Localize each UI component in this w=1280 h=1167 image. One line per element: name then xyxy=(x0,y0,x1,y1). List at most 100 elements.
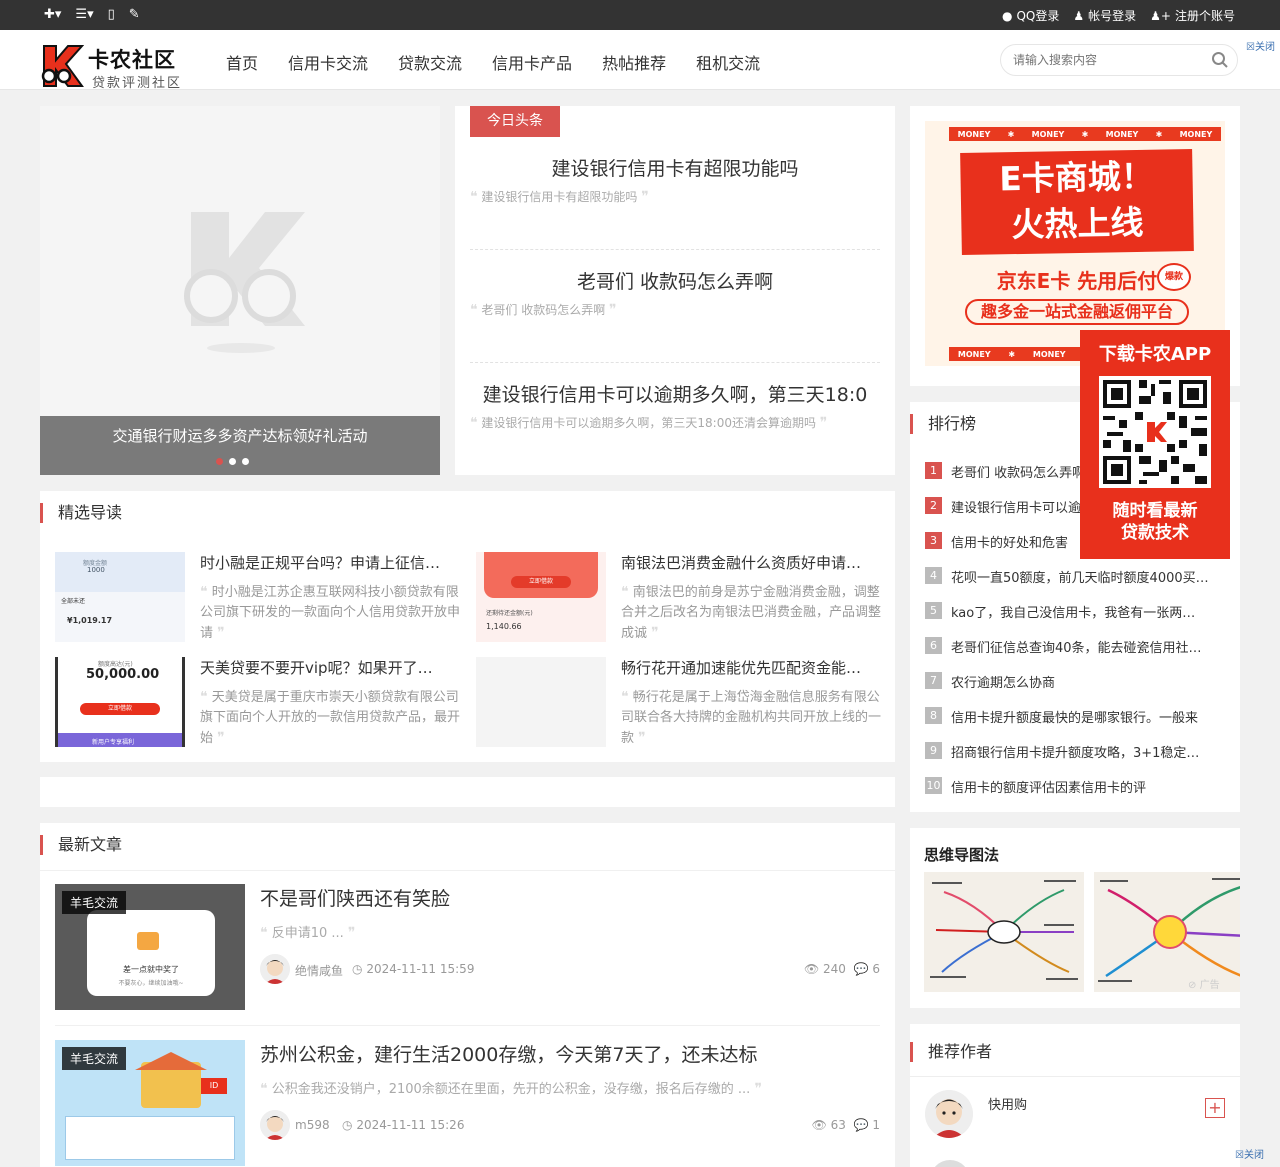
featured-item-desc: ❝ 时小融是江苏企惠互联网科技小额贷款有限公司旗下研发的一款面向个人信用贷款开放… xyxy=(200,584,461,641)
nav-rental-talk[interactable]: 租机交流 xyxy=(696,50,760,74)
search-input[interactable] xyxy=(1013,53,1203,67)
app-download-slogan: 随时看最新 贷款技术 xyxy=(1112,501,1198,543)
featured-item-desc: ❝ 天美贷是属于重庆市崇天小额贷款有限公司旗下面向个人开放的一款信用贷款产品，最… xyxy=(200,689,461,746)
close-ad-top[interactable]: ☒关闭 xyxy=(1246,38,1275,53)
ad-headline: E卡商城！ 火热上线 xyxy=(960,148,1194,256)
headline-title[interactable]: 老哥们 收款码怎么弄啊 xyxy=(470,267,880,294)
article-stats: 👁 240 💬 6 xyxy=(803,962,880,976)
headline-item[interactable]: 老哥们 收款码怎么弄啊 ❝ 老哥们 收款码怎么弄啊 ❞ xyxy=(470,267,880,318)
article-date: ◷ 2024-11-11 15:59 xyxy=(352,962,475,976)
mindmap-image[interactable] xyxy=(1094,872,1240,992)
article-card[interactable]: 羊毛交流 差一点就中奖了 不要灰心，继续加油哦~ 不是哥们陕西还有笑脸 ❝ 反申… xyxy=(55,884,880,1010)
search-icon[interactable] xyxy=(1211,51,1229,69)
plus-icon[interactable]: ✚▾ xyxy=(44,7,61,22)
qq-login-link[interactable]: ● QQ登录 xyxy=(1002,7,1059,24)
featured-item-title[interactable]: 天美贷要不要开vip呢？如果开了… xyxy=(200,657,460,678)
register-link[interactable]: ♟+ 注册个账号 xyxy=(1150,7,1235,24)
logo-title: 卡农社区 xyxy=(88,48,176,72)
featured-item[interactable]: 立即借款 还剩待还金额(元) 1,140.66 南银法巴消费金融什么资质好申请…… xyxy=(476,552,881,642)
featured-item-title[interactable]: 时小融是正规平台吗？申请上征信… xyxy=(200,552,460,573)
featured-title: 精选导读 xyxy=(40,503,122,523)
article-title[interactable]: 苏州公积金，建行生活2000存缴，今天第7天了，还未达标 xyxy=(260,1040,757,1067)
main-nav: 首页 信用卡交流 贷款交流 信用卡产品 热帖推荐 租机交流 xyxy=(226,50,760,74)
featured-slider[interactable]: 交通银行财运多多资产达标领好礼活动 xyxy=(40,106,440,475)
article-excerpt: ❝ 公积金我还没销户，2100余额还在里面，先开的公积金，没存缴，报名后存缴的 … xyxy=(260,1081,762,1097)
site-logo[interactable]: 卡农社区 贷款评测社区 xyxy=(40,44,200,91)
ad-ribbon-bottom: MONEY✱MONEY✱ xyxy=(949,347,1099,361)
follow-button[interactable]: + xyxy=(1205,1098,1225,1118)
mindmap-icon xyxy=(1094,872,1240,992)
featured-item-desc: ❝ 南银法巴的前身是苏宁金融消费金融，调整合并之后改名为南银法巴消费金融，产品调… xyxy=(621,584,882,641)
close-ad-bottom[interactable]: ☒关闭 xyxy=(1235,1146,1264,1161)
avatar[interactable] xyxy=(260,1110,290,1140)
slider-dot[interactable] xyxy=(242,458,249,465)
ranking-item[interactable]: 9 招商银行信用卡提升额度攻略，3+1稳定… xyxy=(925,742,1225,777)
ranking-item[interactable]: 5 kao了，我自己没信用卡，我爸有一张两… xyxy=(925,602,1225,637)
latest-title: 最新文章 xyxy=(40,835,122,855)
slider-dot[interactable] xyxy=(216,458,223,465)
app-download-float[interactable]: 下载卡农APP 随时看最新 贷款技术 xyxy=(1080,330,1230,559)
article-tag[interactable]: 羊毛交流 xyxy=(62,1047,127,1070)
featured-item[interactable]: 畅行花开通加速能优先匹配资金能… ❝ 畅行花是属于上海岱海金融信息服务有限公司联… xyxy=(476,657,881,747)
headline-title[interactable]: 建设银行信用卡可以逾期多久啊，第三天18:0 xyxy=(470,380,880,407)
edit-icon[interactable]: ✎ xyxy=(129,7,140,22)
article-card[interactable]: 羊毛交流 ID 苏州公积金，建行生活2000存缴，今天第7天了，还未达标 ❝ 公… xyxy=(55,1040,880,1166)
topbar-account: ● QQ登录 ♟ 帐号登录 ♟+ 注册个账号 xyxy=(1002,7,1235,24)
comment-icon: 💬 xyxy=(853,962,869,976)
slider-caption[interactable]: 交通银行财运多多资产达标领好礼活动 xyxy=(40,416,440,475)
ad-icon: ⊘ xyxy=(1188,980,1197,991)
qr-code xyxy=(1099,376,1211,488)
ranking-item[interactable]: 6 老哥们征信总查询40条，能去碰瓷信用社… xyxy=(925,637,1225,672)
mobile-icon[interactable]: ▯ xyxy=(108,7,115,22)
author-item[interactable]: 快用购 + xyxy=(925,1090,1225,1140)
ranking-item[interactable]: 8 信用卡提升额度最快的是哪家银行。一般来 xyxy=(925,707,1225,742)
headline-title[interactable]: 建设银行信用卡有超限功能吗 xyxy=(470,154,880,181)
site-header: 卡农社区 贷款评测社区 首页 信用卡交流 贷款交流 信用卡产品 热帖推荐 租机交… xyxy=(0,30,1280,91)
nav-hot-posts[interactable]: 热帖推荐 xyxy=(602,50,666,74)
nav-loan-talk[interactable]: 贷款交流 xyxy=(398,50,462,74)
nav-credit-card-products[interactable]: 信用卡产品 xyxy=(492,50,572,74)
headline-item[interactable]: 建设银行信用卡有超限功能吗 ❝ 建设银行信用卡有超限功能吗 ❞ xyxy=(470,154,880,205)
clock-icon: ◷ xyxy=(342,1118,353,1132)
divider xyxy=(470,249,880,250)
featured-item-title[interactable]: 畅行花开通加速能优先匹配资金能… xyxy=(621,657,881,678)
featured-item[interactable]: 额度金额 1000 全部未还 ¥1,019.17 时小融是正规平台吗？申请上征信… xyxy=(55,552,460,642)
featured-thumb[interactable]: 额度高达(元) 50,000.00 立即借款 新用户专享福利 xyxy=(55,657,185,747)
placeholder-logo-icon xyxy=(184,212,305,353)
featured-thumb[interactable] xyxy=(476,657,606,747)
top-bar: ✚▾ ☰▾ ▯ ✎ ● QQ登录 ♟ 帐号登录 ♟+ 注册个账号 xyxy=(0,0,1280,30)
author-name[interactable]: 快用购 xyxy=(988,1094,1027,1113)
logo-subtitle: 贷款评测社区 xyxy=(92,76,183,91)
app-download-title: 下载卡农APP xyxy=(1098,344,1212,365)
article-thumb[interactable]: 羊毛交流 差一点就中奖了 不要灰心，继续加油哦~ xyxy=(55,884,245,1010)
article-meta: 绝情咸鱼 ◷ 2024-11-11 15:59 👁 240 💬 6 xyxy=(260,954,880,984)
featured-thumb[interactable]: 立即借款 还剩待还金额(元) 1,140.66 xyxy=(476,552,606,642)
ad-label: ⊘ 广告 xyxy=(1188,980,1220,991)
ranking-item[interactable]: 7 农行逾期怎么协商 xyxy=(925,672,1225,707)
featured-panel: 精选导读 额度金额 1000 全部未还 ¥1,019.17 时小融是正规平台吗？… xyxy=(40,491,895,762)
article-title[interactable]: 不是哥们陕西还有笑脸 xyxy=(260,884,450,911)
menu-icon[interactable]: ☰▾ xyxy=(75,7,93,22)
article-thumb[interactable]: 羊毛交流 ID xyxy=(55,1040,245,1166)
article-tag[interactable]: 羊毛交流 xyxy=(62,891,127,914)
ranking-item[interactable]: 4 花呗一直50额度，前几天临时额度4000买… xyxy=(925,567,1225,602)
nav-home[interactable]: 首页 xyxy=(226,50,258,74)
mindmap-image[interactable] xyxy=(924,872,1084,992)
ad-ribbon: MONEY ✱ MONEY ✱ MONEY ✱ MONEY xyxy=(949,127,1221,141)
article-author[interactable]: 绝情咸鱼 xyxy=(295,962,343,979)
featured-item-desc: ❝ 畅行花是属于上海岱海金融信息服务有限公司联合各大持牌的金融机构共同开放上线的… xyxy=(621,689,882,746)
authors-panel: 推荐作者 快用购 + xyxy=(910,1024,1240,1167)
nav-credit-card-talk[interactable]: 信用卡交流 xyxy=(288,50,368,74)
avatar[interactable] xyxy=(925,1090,973,1138)
headline-item[interactable]: 建设银行信用卡可以逾期多久啊，第三天18:0 ❝ 建设银行信用卡可以逾期多久啊，… xyxy=(470,380,880,431)
avatar[interactable] xyxy=(260,954,290,984)
featured-item[interactable]: 额度高达(元) 50,000.00 立即借款 新用户专享福利 天美贷要不要开vi… xyxy=(55,657,460,747)
featured-thumb[interactable]: 额度金额 1000 全部未还 ¥1,019.17 xyxy=(55,552,185,642)
ranking-item[interactable]: 10 信用卡的额度评估因素信用卡的评 xyxy=(925,777,1225,812)
divider xyxy=(470,362,880,363)
slider-dot[interactable] xyxy=(229,458,236,465)
featured-item-title[interactable]: 南银法巴消费金融什么资质好申请… xyxy=(621,552,881,573)
article-author[interactable]: m598 xyxy=(295,1118,330,1132)
account-login-link[interactable]: ♟ 帐号登录 xyxy=(1073,7,1136,24)
headline-desc: ❝ 建设银行信用卡有超限功能吗 ❞ xyxy=(470,189,649,205)
